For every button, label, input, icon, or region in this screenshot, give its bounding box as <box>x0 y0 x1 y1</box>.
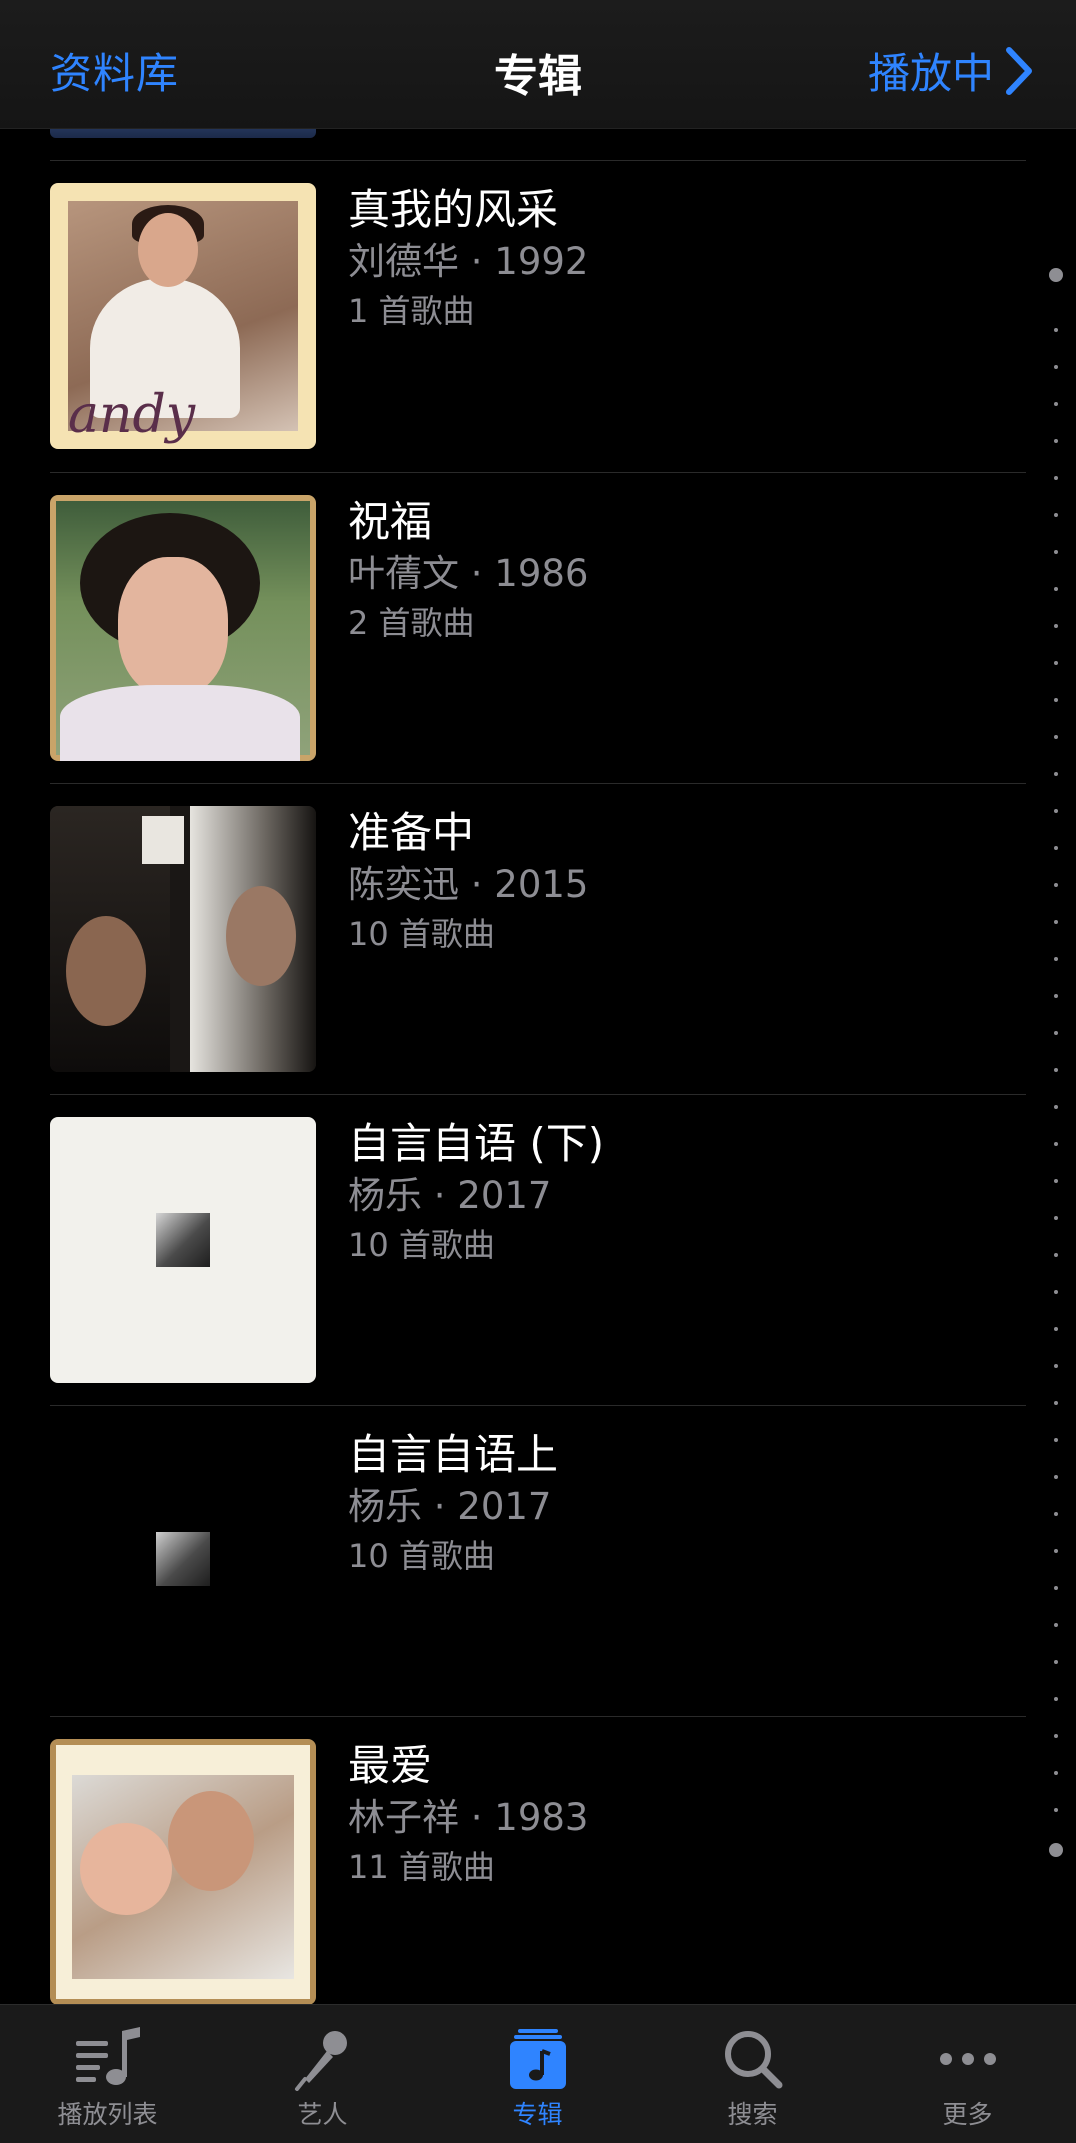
index-dot <box>1054 1438 1058 1442</box>
more-icon <box>939 2053 996 2065</box>
index-dot <box>1054 1179 1058 1183</box>
index-dot <box>1054 624 1058 628</box>
album-artist-year: 林子祥 · 1983 <box>348 1796 589 1839</box>
tab-label: 播放列表 <box>57 2100 158 2129</box>
index-dot <box>1054 1697 1058 1701</box>
index-dot <box>1054 587 1058 591</box>
album-cover-family <box>50 1739 316 2005</box>
index-dot <box>1054 772 1058 776</box>
album-song-count: 10 首歌曲 <box>348 915 495 953</box>
index-dot <box>1054 698 1058 702</box>
album-title: 最爱 <box>348 1741 433 1790</box>
tab-label: 更多 <box>942 2100 993 2129</box>
album-artist-year: 陈奕迅 · 2015 <box>348 863 589 906</box>
tab-bar: 播放列表 艺人 专辑 搜索 更多 <box>0 2004 1076 2143</box>
index-dot <box>1054 809 1058 813</box>
index-dot <box>1054 1623 1058 1627</box>
album-title: 自言自语上 <box>348 1430 559 1479</box>
album-title: 准备中 <box>348 808 475 857</box>
index-dot <box>1054 1549 1058 1553</box>
index-dot <box>1054 920 1058 924</box>
index-dot <box>1054 513 1058 517</box>
index-dot <box>1054 661 1058 665</box>
index-dot <box>1054 735 1058 739</box>
album-cover-black <box>50 1428 316 1694</box>
section-index-scrubber[interactable] <box>1046 268 1066 1860</box>
index-dot <box>1054 1771 1058 1775</box>
index-dot <box>1054 1364 1058 1368</box>
index-dot <box>1054 846 1058 850</box>
navigation-bar: 资料库 专辑 播放中 <box>0 0 1076 129</box>
index-dot <box>1054 1327 1058 1331</box>
album-song-count: 10 首歌曲 <box>348 1226 495 1264</box>
index-dot <box>1054 1216 1058 1220</box>
album-cover-portrait <box>50 495 316 761</box>
album-song-count: 2 首歌曲 <box>348 604 475 642</box>
index-dot <box>1054 994 1058 998</box>
album-row[interactable]: andy 真我的风采 刘德华 · 1992 1 首歌曲 <box>0 161 1020 472</box>
album-row[interactable]: 自言自语 (下) 杨乐 · 2017 10 首歌曲 <box>0 1095 1020 1406</box>
album-artist-year: 刘德华 · 1992 <box>348 240 589 283</box>
album-artist-year: 杨乐 · 2017 <box>348 1174 552 1217</box>
album-row[interactable]: 自言自语上 杨乐 · 2017 10 首歌曲 <box>0 1406 1020 1717</box>
album-row[interactable]: 准备中 陈奕迅 · 2015 10 首歌曲 <box>0 784 1020 1095</box>
index-dot <box>1054 1068 1058 1072</box>
album-row[interactable]: 最爱 林子祥 · 1983 11 首歌曲 <box>0 1717 1020 2028</box>
album-icon <box>509 2029 566 2089</box>
album-song-count: 10 首歌曲 <box>348 1537 495 1575</box>
tab-label: 专辑 <box>512 2100 563 2129</box>
now-playing-button[interactable]: 播放中 <box>868 40 1034 101</box>
album-title: 自言自语 (下) <box>348 1119 605 1168</box>
index-dot <box>1054 1142 1058 1146</box>
index-dot <box>1049 1843 1063 1857</box>
playlist-icon <box>75 2027 140 2085</box>
album-cover-andy: andy <box>50 183 316 449</box>
album-title: 祝福 <box>348 497 433 546</box>
index-dot <box>1054 550 1058 554</box>
index-dot <box>1054 1401 1058 1405</box>
tab-albums[interactable]: 专辑 <box>430 2005 645 2143</box>
index-dot <box>1049 268 1063 282</box>
index-dot <box>1054 476 1058 480</box>
index-dot <box>1054 1031 1058 1035</box>
index-dot <box>1054 1290 1058 1294</box>
album-row[interactable]: 祝福 叶蒨文 · 1986 2 首歌曲 <box>0 473 1020 784</box>
index-dot <box>1054 1808 1058 1812</box>
index-dot <box>1054 883 1058 887</box>
album-artist-year: 叶蒨文 · 1986 <box>348 552 589 595</box>
tab-more[interactable]: 更多 <box>860 2005 1075 2143</box>
tab-label: 搜索 <box>727 2100 778 2129</box>
now-playing-label: 播放中 <box>867 49 994 98</box>
index-dot <box>1054 365 1058 369</box>
index-dot <box>1054 1734 1058 1738</box>
index-dot <box>1054 1586 1058 1590</box>
album-cover-white <box>50 1117 316 1383</box>
tab-search[interactable]: 搜索 <box>645 2005 860 2143</box>
index-dot <box>1054 1475 1058 1479</box>
album-song-count: 1 首歌曲 <box>348 292 475 330</box>
index-dot <box>1054 328 1058 332</box>
album-artist-year: 杨乐 · 2017 <box>348 1485 552 1528</box>
album-song-count: 11 首歌曲 <box>348 1848 495 1886</box>
album-cover-collage <box>50 806 316 1072</box>
tab-label: 艺人 <box>297 2100 348 2129</box>
index-dot <box>1054 439 1058 443</box>
index-dot <box>1054 1105 1058 1109</box>
index-dot <box>1054 1660 1058 1664</box>
album-title: 真我的风采 <box>348 185 559 234</box>
search-icon <box>724 2031 782 2089</box>
index-dot <box>1054 402 1058 406</box>
index-dot <box>1054 957 1058 961</box>
microphone-icon <box>294 2031 347 2091</box>
tab-artists[interactable]: 艺人 <box>215 2005 430 2143</box>
index-dot <box>1054 1253 1058 1257</box>
tab-playlists[interactable]: 播放列表 <box>0 2005 215 2143</box>
chevron-right-icon <box>1006 46 1032 95</box>
index-dot <box>1054 1512 1058 1516</box>
